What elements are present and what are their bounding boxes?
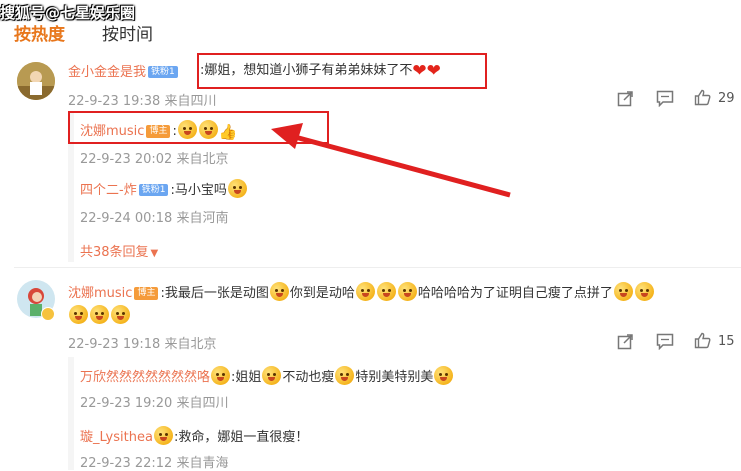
reply-text: :姐姐 bbox=[231, 370, 262, 385]
like-count: 15 bbox=[718, 334, 735, 349]
heart-eyes-emoji bbox=[153, 426, 173, 445]
thumbs-up-emoji: 👍 bbox=[218, 123, 238, 141]
reply-line: 四个二-炸 铁粉1:马小宝吗 bbox=[80, 179, 248, 200]
reply-author[interactable]: 四个二-炸 bbox=[80, 183, 137, 198]
heart-eyes-emoji bbox=[211, 366, 231, 385]
more-replies-label: 共38条回复 bbox=[80, 245, 149, 260]
smile-emoji bbox=[90, 305, 109, 324]
tab-by-hot[interactable]: 按热度 bbox=[14, 20, 65, 45]
reply-text: :马小宝吗 bbox=[170, 183, 227, 198]
comment-emoji-line bbox=[68, 305, 131, 324]
like-icon[interactable] bbox=[694, 332, 711, 353]
heart-emoji: ❤ bbox=[426, 61, 441, 81]
smile-emoji bbox=[69, 305, 88, 324]
smile-emoji bbox=[634, 282, 654, 301]
share-icon[interactable] bbox=[617, 333, 634, 354]
heart-emoji: ❤ bbox=[412, 61, 427, 81]
hug-emoji bbox=[434, 366, 454, 385]
reply-meta: 22-9-23 20:02 来自北京 bbox=[80, 152, 229, 167]
smile-emoji bbox=[177, 120, 197, 139]
more-replies-link[interactable]: 共38条回复 ▼ bbox=[80, 241, 158, 260]
comment-line: 金小金金是我 铁粉1 bbox=[68, 62, 180, 82]
host-badge: 博主 bbox=[146, 125, 171, 138]
avatar[interactable] bbox=[17, 62, 55, 100]
comment-meta: 22-9-23 19:38 来自四川 bbox=[68, 94, 217, 109]
caret-down-icon: ▼ bbox=[150, 248, 159, 259]
like-count: 29 bbox=[718, 91, 735, 106]
tab-by-time[interactable]: 按时间 bbox=[102, 20, 153, 45]
host-badge: 博主 bbox=[134, 287, 159, 300]
hug-emoji bbox=[269, 282, 289, 301]
annotation-arrow bbox=[271, 123, 511, 198]
reply-meta: 22-9-23 22:12 来自青海 bbox=[80, 456, 229, 471]
surprised-emoji bbox=[262, 366, 282, 385]
divider bbox=[14, 267, 741, 268]
reply-text: 特别美特别美 bbox=[355, 370, 434, 385]
smile-emoji bbox=[198, 120, 218, 139]
comment-line: 沈娜music 博主:我最后一张是动图 你到是动哈 哈哈哈哈为了证明自己瘦了点拼了 bbox=[68, 282, 655, 303]
comment-text: :我最后一张是动图 bbox=[160, 286, 269, 301]
comment-text: 哈哈哈哈为了证明自己瘦了点拼了 bbox=[417, 286, 613, 301]
fan-badge: 铁粉1 bbox=[148, 66, 178, 78]
share-icon[interactable] bbox=[617, 90, 634, 111]
smile-emoji bbox=[613, 282, 633, 301]
comment-icon[interactable] bbox=[656, 333, 674, 354]
comment-meta: 22-9-23 19:18 来自北京 bbox=[68, 337, 217, 352]
comment-text: 你到是动哈 bbox=[289, 286, 355, 301]
reply-line: 万欣然然然然然然然咯 :姐姐 不动也瘦 特别美特别美 bbox=[80, 366, 454, 387]
like-icon[interactable] bbox=[694, 89, 711, 110]
reply-author[interactable]: 沈娜music bbox=[80, 124, 144, 139]
reply-text: : bbox=[172, 124, 177, 139]
comment-author[interactable]: 沈娜music bbox=[68, 286, 132, 301]
comment-icon[interactable] bbox=[656, 90, 674, 111]
reply-text: 不动也瘦 bbox=[282, 370, 335, 385]
reply-author[interactable]: 璇_Lysithea bbox=[80, 430, 153, 445]
reply-rail bbox=[68, 357, 74, 470]
comment-text-wrap: :娜姐，想知道小狮子有弟弟妹妹了不❤❤ bbox=[200, 62, 441, 80]
verified-icon bbox=[41, 307, 55, 321]
reply-meta: 22-9-23 19:20 来自四川 bbox=[80, 396, 229, 411]
reply-meta: 22-9-24 00:18 来自河南 bbox=[80, 211, 229, 226]
smile-emoji bbox=[355, 282, 375, 301]
avatar-image bbox=[17, 62, 55, 100]
comment-author[interactable]: 金小金金是我 bbox=[68, 65, 146, 80]
surprised-emoji bbox=[227, 179, 247, 198]
reply-line: 璇_Lysithea :救命，娜姐一直很瘦！ bbox=[80, 426, 308, 447]
fan-badge: 铁粉1 bbox=[138, 184, 169, 196]
reply-line: 沈娜music 博主: 👍 bbox=[80, 120, 238, 142]
heart-eyes-emoji bbox=[335, 366, 355, 385]
smile-emoji bbox=[111, 305, 130, 324]
hug-emoji bbox=[376, 282, 396, 301]
reply-text: :救命，娜姐一直很瘦！ bbox=[173, 430, 309, 445]
reply-author[interactable]: 万欣然然然然然然然咯 bbox=[80, 370, 210, 385]
hug-emoji bbox=[397, 282, 417, 301]
comment-text: :娜姐，想知道小狮子有弟弟妹妹了不 bbox=[200, 63, 413, 78]
